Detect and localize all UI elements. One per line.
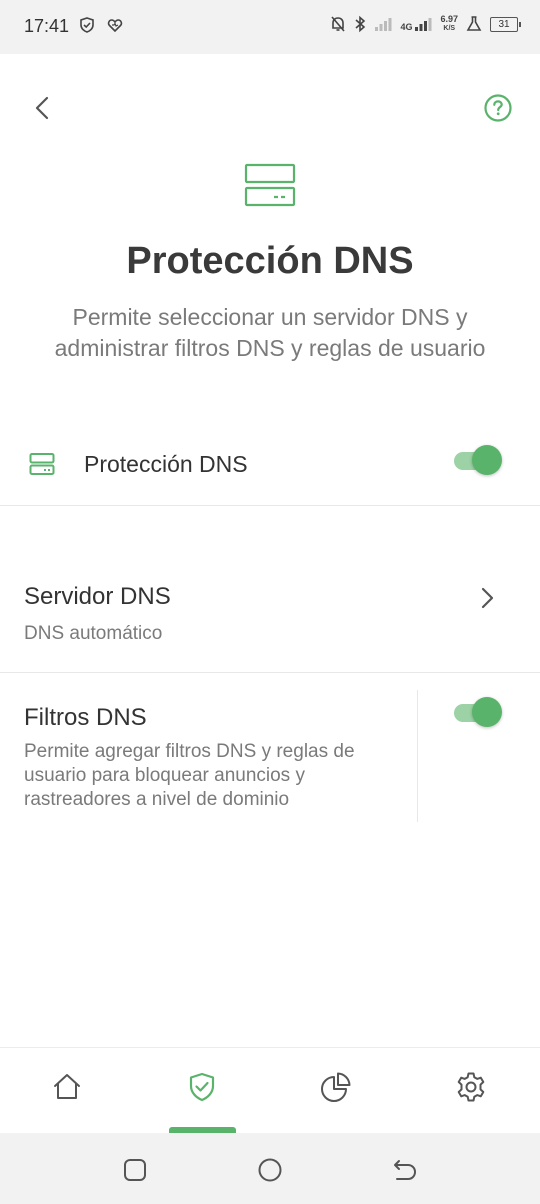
- switch-thumb: [472, 445, 502, 475]
- square-icon: [124, 1159, 146, 1181]
- signal-4g-icon: 4G: [400, 16, 432, 32]
- battery-icon: 31: [490, 16, 521, 32]
- home-icon: [54, 1074, 80, 1099]
- dns-server-icon: [244, 163, 296, 207]
- system-navigation-bar: [0, 1133, 540, 1204]
- dns-protection-toggle-row[interactable]: Protección DNS: [0, 430, 540, 506]
- help-button[interactable]: [482, 92, 514, 124]
- gear-icon: [457, 1072, 485, 1102]
- status-right-icons: 4G 6.97 K/S 31: [330, 15, 521, 33]
- circle-icon: [258, 1158, 282, 1182]
- heart-icon: [107, 19, 123, 33]
- dns-server-title: Servidor DNS: [24, 583, 171, 610]
- status-bar: 17:41 4G 6.97 K/S 31: [0, 0, 540, 54]
- dns-server-icon: [29, 453, 55, 475]
- dns-server-row[interactable]: Servidor DNS DNS automático: [0, 560, 540, 673]
- mute-bell-icon: [331, 16, 346, 32]
- nav-home[interactable]: [50, 1070, 84, 1104]
- flask-icon: [466, 16, 482, 31]
- bluetooth-icon: [355, 15, 366, 33]
- network-speed-value: 6.97: [440, 14, 458, 24]
- dns-protection-switch[interactable]: [454, 445, 502, 475]
- bottom-navigation: [0, 1047, 540, 1133]
- help-circle-icon: [484, 94, 512, 122]
- system-back-button[interactable]: [390, 1155, 420, 1185]
- switch-thumb: [472, 697, 502, 727]
- back-button[interactable]: [26, 90, 60, 126]
- chevron-right-icon: [481, 587, 494, 609]
- page-description: Permite seleccionar un servidor DNS y ad…: [54, 304, 486, 361]
- back-arrow-icon: [394, 1160, 417, 1180]
- dns-protection-label: Protección DNS: [84, 451, 248, 477]
- nav-statistics[interactable]: [319, 1070, 353, 1104]
- recent-apps-button[interactable]: [120, 1155, 150, 1185]
- pie-chart-icon: [321, 1072, 351, 1102]
- page-title: Protección DNS: [126, 240, 414, 282]
- battery-level: 31: [498, 18, 510, 30]
- network-type: 4G: [400, 22, 413, 32]
- nav-protection[interactable]: [185, 1070, 219, 1104]
- network-speed-unit: K/S: [443, 25, 456, 32]
- dns-filters-description: Permite agregar filtros DNS y reglas de …: [24, 741, 355, 810]
- shield-check-icon: [189, 1072, 215, 1102]
- nav-settings[interactable]: [454, 1070, 488, 1104]
- signal-icon: [375, 18, 392, 31]
- shield-check-icon: [80, 17, 94, 33]
- chevron-left-icon: [35, 96, 49, 120]
- vertical-divider: [417, 690, 418, 822]
- dns-server-value: DNS automático: [24, 623, 163, 644]
- status-left-icons: [78, 16, 124, 34]
- home-button[interactable]: [255, 1155, 285, 1185]
- status-time: 17:41: [24, 16, 70, 36]
- network-speed: 6.97 K/S: [440, 15, 458, 33]
- dns-filters-row[interactable]: Filtros DNS Permite agregar filtros DNS …: [0, 674, 540, 824]
- dns-filters-switch[interactable]: [454, 697, 502, 727]
- dns-filters-title: Filtros DNS: [24, 704, 147, 731]
